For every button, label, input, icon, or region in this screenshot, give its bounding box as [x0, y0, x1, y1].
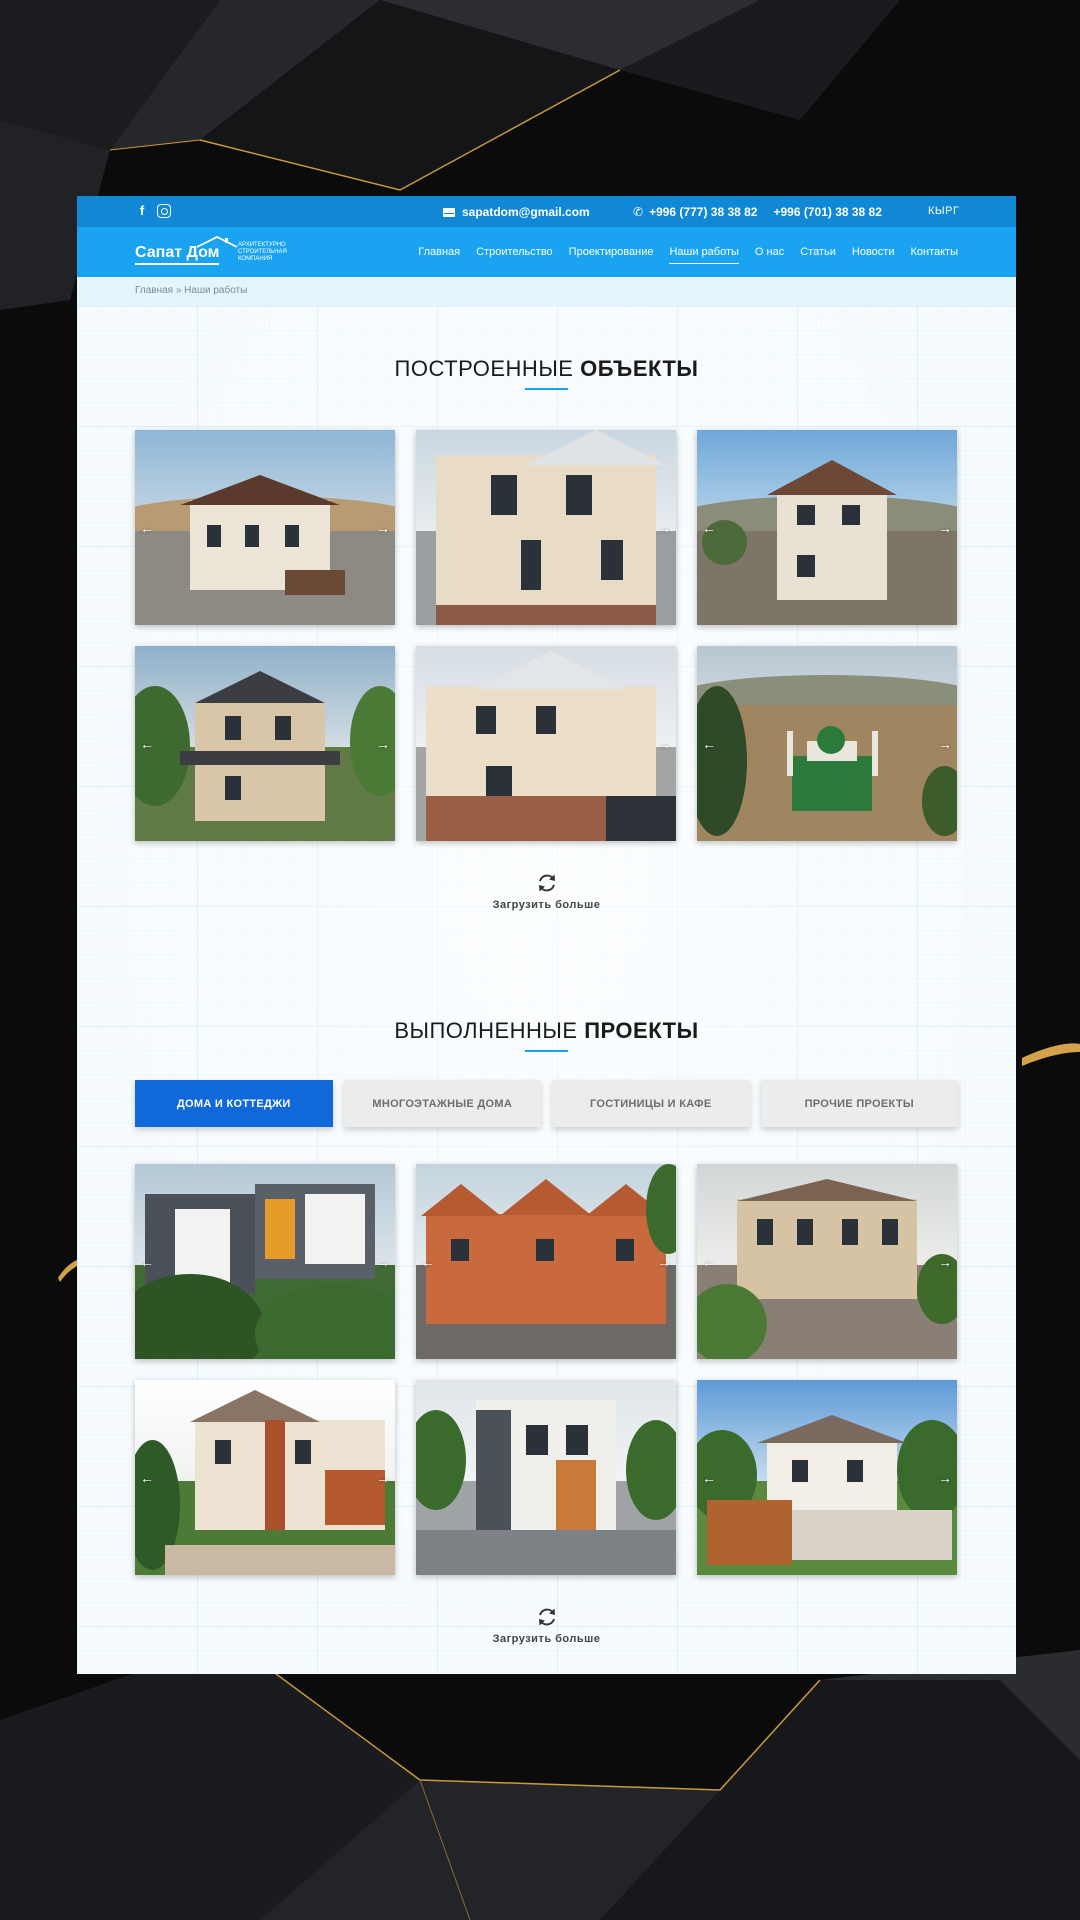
gallery-card[interactable]: ← → — [697, 646, 957, 841]
next-arrow-icon[interactable]: → — [938, 1255, 952, 1269]
next-arrow-icon[interactable]: → — [938, 1471, 952, 1485]
phone-contacts: ✆ +996 (777) 38 38 82 +996 (701) 38 38 8… — [633, 205, 882, 219]
nav-item-contacts[interactable]: Контакты — [910, 246, 958, 258]
nav-item-home[interactable]: Главная — [418, 246, 460, 258]
social-links: f — [135, 204, 171, 218]
gallery-card[interactable]: ← → — [135, 1380, 395, 1575]
prev-arrow-icon[interactable]: ← — [421, 1255, 435, 1269]
gallery-card[interactable]: ← → — [697, 1164, 957, 1359]
title-underline — [525, 388, 568, 390]
next-arrow-icon[interactable]: → — [657, 521, 671, 535]
tab-houses-cottages[interactable]: ДОМА И КОТТЕДЖИ — [135, 1080, 333, 1127]
prev-arrow-icon[interactable]: ← — [702, 1255, 716, 1269]
phone-number-1[interactable]: +996 (777) 38 38 82 — [649, 205, 757, 219]
phone-icon: ✆ — [633, 205, 644, 219]
reload-icon — [538, 1608, 555, 1626]
email-text[interactable]: sapatdom@gmail.com — [462, 205, 590, 219]
tab-hotels-cafes[interactable]: ГОСТИНИЦЫ И КАФЕ — [552, 1080, 750, 1127]
next-arrow-icon[interactable]: → — [938, 737, 952, 751]
project-category-tabs: ДОМА И КОТТЕДЖИ МНОГОЭТАЖНЫЕ ДОМА ГОСТИН… — [135, 1080, 958, 1127]
built-objects-title: ПОСТРОЕННЫЕ ОБЪЕКТЫ — [77, 356, 1016, 382]
next-arrow-icon[interactable]: → — [376, 1255, 390, 1269]
prev-arrow-icon[interactable]: ← — [702, 737, 716, 751]
title-light: ВЫПОЛНЕННЫЕ — [394, 1018, 578, 1043]
completed-projects-title: ВЫПОЛНЕННЫЕ ПРОЕКТЫ — [77, 1018, 1016, 1044]
phone-number-2[interactable]: +996 (701) 38 38 82 — [773, 205, 881, 219]
nav-item-about[interactable]: О нас — [755, 246, 784, 258]
title-bold: ОБЪЕКТЫ — [580, 356, 699, 381]
breadcrumb[interactable]: Главная » Наши работы — [135, 285, 247, 296]
next-arrow-icon[interactable]: → — [657, 737, 671, 751]
breadcrumb-strip: Главная » Наши работы — [77, 277, 1016, 306]
load-more-projects[interactable]: Загрузить больше — [77, 1606, 1016, 1645]
language-switch[interactable]: КЫРГ — [928, 205, 959, 217]
built-objects-gallery: ← → → ← → ← → → ← → — [135, 430, 958, 841]
prev-arrow-icon[interactable]: ← — [140, 521, 154, 535]
nav-item-news[interactable]: Новости — [852, 246, 895, 258]
next-arrow-icon[interactable]: → — [376, 521, 390, 535]
load-more-label[interactable]: Загрузить больше — [77, 1633, 1016, 1645]
prev-arrow-icon[interactable]: ← — [140, 737, 154, 751]
nav-item-our-works[interactable]: Наши работы — [669, 246, 740, 264]
load-more-label[interactable]: Загрузить больше — [77, 899, 1016, 911]
main-navbar: Сапат Дом Архитектурно строительная комп… — [77, 227, 1016, 277]
gallery-card[interactable]: ← → — [697, 430, 957, 625]
facebook-icon[interactable]: f — [135, 204, 149, 218]
next-arrow-icon[interactable]: → — [657, 1255, 671, 1269]
reload-icon — [538, 874, 555, 892]
gallery-card[interactable]: ← → — [135, 646, 395, 841]
load-more-built[interactable]: Загрузить больше — [77, 872, 1016, 911]
prev-arrow-icon[interactable]: ← — [140, 1471, 154, 1485]
title-bold: ПРОЕКТЫ — [584, 1018, 699, 1043]
next-arrow-icon[interactable]: → — [376, 737, 390, 751]
gallery-card[interactable]: ← → — [135, 430, 395, 625]
gallery-card[interactable] — [416, 1380, 676, 1575]
nav-item-articles[interactable]: Статьи — [800, 246, 836, 258]
logo-tagline: Архитектурно строительная компания — [238, 242, 287, 262]
top-contact-bar: f sapatdom@gmail.com ✆ +996 (777) 38 38 … — [77, 196, 1016, 227]
main-menu: Главная Строительство Проектирование Наш… — [418, 227, 958, 277]
gallery-card[interactable]: ← → — [697, 1380, 957, 1575]
next-arrow-icon[interactable]: → — [938, 521, 952, 535]
completed-projects-gallery: ← → ← → ← → ← → ← → — [135, 1164, 958, 1575]
tab-other-projects[interactable]: ПРОЧИЕ ПРОЕКТЫ — [760, 1080, 958, 1127]
nav-item-design[interactable]: Проектирование — [569, 246, 654, 258]
mail-icon — [443, 207, 455, 217]
prev-arrow-icon[interactable]: ← — [702, 521, 716, 535]
email-contact[interactable]: sapatdom@gmail.com — [443, 205, 590, 219]
tab-multistory[interactable]: МНОГОЭТАЖНЫЕ ДОМА — [343, 1080, 541, 1127]
logo-name: Сапат Дом — [135, 244, 220, 265]
gallery-card[interactable]: → — [416, 430, 676, 625]
next-arrow-icon[interactable]: → — [376, 1471, 390, 1485]
prev-arrow-icon[interactable]: ← — [140, 1255, 154, 1269]
title-underline — [525, 1050, 568, 1052]
gallery-card[interactable]: → — [416, 646, 676, 841]
gallery-card[interactable]: ← → — [416, 1164, 676, 1359]
nav-item-construction[interactable]: Строительство — [476, 246, 553, 258]
website-page: f sapatdom@gmail.com ✆ +996 (777) 38 38 … — [77, 196, 1016, 1674]
prev-arrow-icon[interactable]: ← — [702, 1471, 716, 1485]
title-light: ПОСТРОЕННЫЕ — [394, 356, 574, 381]
gallery-card[interactable]: ← → — [135, 1164, 395, 1359]
instagram-icon[interactable] — [157, 204, 171, 218]
